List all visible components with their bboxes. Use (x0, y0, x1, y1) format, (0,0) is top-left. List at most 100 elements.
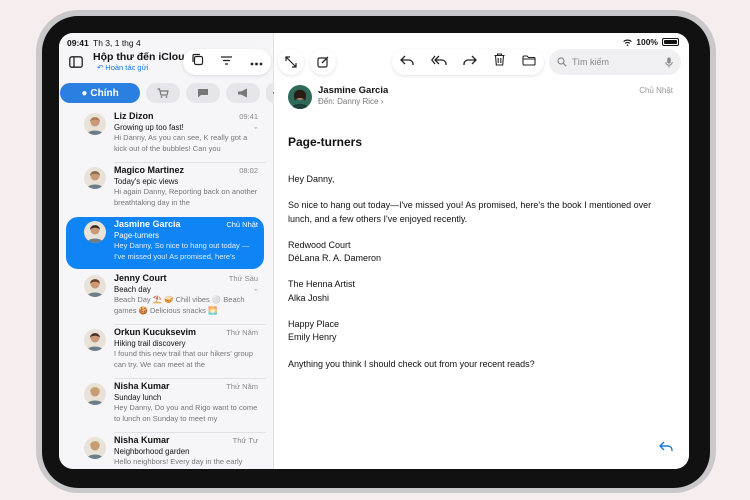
detail-toolbar (392, 49, 544, 75)
message-sender: Jenny Court (114, 273, 167, 283)
mailbox-toolbar (183, 49, 271, 75)
message-body: Hey Danny, So nice to hang out today—I've… (288, 173, 673, 384)
battery-level (664, 40, 677, 44)
status-date: Th 3, 1 thg 4 (93, 38, 141, 48)
battery-percent: 100% (636, 37, 658, 47)
screen: Hộp thư đến iCloud ↶ Hoàn tác gửi ● Chính … (59, 33, 689, 469)
body-paragraph: Redwood Court DéLana R. A. Dameron (288, 239, 382, 264)
undo-send-label: Hoàn tác gửi (105, 63, 149, 72)
avatar (84, 437, 106, 459)
trash-button[interactable] (494, 53, 505, 71)
compose-icon (317, 56, 329, 68)
avatar (84, 113, 106, 135)
undo-icon: ↶ (97, 63, 104, 72)
body-paragraph: So nice to hang out today—I've missed yo… (288, 200, 652, 224)
message-sender: Nisha Kumar (114, 435, 170, 445)
message-time: Thứ Năm (226, 382, 258, 391)
message-sender: Magico Martinez (114, 165, 185, 175)
expand-button[interactable] (278, 49, 304, 75)
body-paragraph: Happy Place Emily Henry (288, 319, 340, 343)
message-sender: Liz Dizon (114, 111, 154, 121)
message-subject: Page-turners (114, 231, 160, 240)
body-paragraph: The Henna Artist Alka Joshi (288, 279, 356, 303)
paperclip-icon: ⌁ (253, 287, 258, 294)
forward-button[interactable] (463, 53, 478, 71)
detail-recipient[interactable]: Đến: Danny Rice › (318, 97, 383, 106)
message-row[interactable]: Magico Martinez 08:02 Today's epic views Hi… (59, 163, 274, 217)
body-paragraph: Anything you think I should check out fr… (288, 358, 535, 369)
message-preview: Hey Danny, Do you and Rigo want to come … (114, 403, 258, 423)
reply-button[interactable] (400, 53, 414, 71)
tab-promotions[interactable] (226, 83, 260, 103)
message-detail: Tìm kiếm Jasmine Garcia Đến: Danny Rice … (274, 33, 689, 469)
message-row[interactable]: Orkun Kucuksevim Thứ Năm Hiking trail disc… (59, 325, 274, 379)
megaphone-icon (238, 88, 247, 98)
message-time: Thứ Sáu (228, 274, 258, 283)
sidebar-icon (69, 56, 83, 68)
message-preview: I found this new trail that our hikers' … (114, 349, 254, 369)
compose-button[interactable] (310, 49, 336, 75)
cart-icon (157, 88, 169, 98)
undo-send-link[interactable]: ↶ Hoàn tác gửi (97, 63, 148, 72)
mic-icon[interactable] (665, 57, 673, 68)
avatar (288, 85, 312, 109)
paperclip-icon: ⌁ (253, 125, 258, 132)
message-subject: Beach day (114, 285, 151, 294)
message-sender: Jasmine Garcia (114, 219, 181, 229)
message-row[interactable]: Jenny Court Thứ Sáu Beach day Beach Day ⛱️ … (59, 271, 274, 325)
search-field[interactable]: Tìm kiếm (549, 49, 681, 75)
body-paragraph: Hey Danny, (288, 174, 335, 184)
detail-sender[interactable]: Jasmine Garcia (318, 85, 388, 96)
message-sender: Nisha Kumar (114, 381, 170, 391)
chevron-right-icon: › (380, 97, 384, 106)
message-time: 08:02 (239, 166, 258, 175)
more-button[interactable] (250, 53, 263, 71)
avatar (84, 221, 106, 243)
message-preview: Hi Danny, As you can see, K really got a… (114, 133, 248, 153)
wifi-icon (623, 39, 633, 46)
sidebar-toggle-button[interactable] (63, 49, 89, 75)
avatar (84, 383, 106, 405)
avatar (84, 329, 106, 351)
expand-icon (285, 56, 297, 68)
filter-button[interactable] (220, 53, 233, 71)
tab-primary-label: Chính (90, 87, 119, 99)
search-input[interactable]: Tìm kiếm (572, 57, 665, 67)
sender-avatar[interactable] (288, 85, 312, 109)
message-sender: Orkun Kucuksevim (114, 327, 197, 337)
message-row[interactable]: Nisha Kumar Thứ Năm Sunday lunch Hey Danny,… (59, 379, 274, 433)
duplicate-button[interactable] (191, 53, 204, 71)
message-time: Chủ Nhật (226, 220, 258, 229)
reply-all-icon (430, 55, 447, 65)
trash-icon (494, 53, 505, 66)
tab-primary[interactable]: ● Chính (60, 83, 140, 103)
move-folder-button[interactable] (522, 53, 536, 71)
message-subject: Growing up too fast! (114, 123, 184, 132)
mailbox-title: Hộp thư đến iCloud (93, 51, 192, 63)
message-time: 09:41 (239, 112, 258, 121)
message-preview: Beach Day ⛱️ 🥪 Chill vibes ⚪ Beach games… (114, 295, 245, 315)
status-time: 09:41 (67, 38, 89, 48)
reply-icon (400, 55, 414, 65)
message-row[interactable]: Nisha Kumar Thứ Tư Neighborhood garden Hell… (59, 433, 274, 469)
search-icon (557, 57, 567, 67)
message-time: Thứ Năm (226, 328, 258, 337)
tab-updates[interactable] (186, 83, 220, 103)
reply-icon (659, 441, 673, 451)
message-row[interactable]: Jasmine Garcia Chủ Nhật Page-turners Hey Da… (59, 217, 274, 271)
message-preview: Hi again Danny, Reporting back on anothe… (114, 187, 258, 207)
duplicate-icon (192, 53, 204, 66)
ellipsis-icon (250, 62, 263, 66)
forward-icon (463, 55, 478, 65)
detail-subject: Page-turners (288, 135, 363, 149)
chat-icon (198, 89, 208, 98)
message-row[interactable]: Liz Dizon 09:41 Growing up too fast! Hi Dan… (59, 109, 274, 163)
mailbox-sidebar: Hộp thư đến iCloud ↶ Hoàn tác gửi ● Chính … (59, 33, 282, 469)
filter-icon (221, 56, 233, 65)
status-right: 100% (623, 37, 679, 47)
reply-all-button[interactable] (430, 53, 447, 71)
tab-transactions[interactable] (146, 83, 180, 103)
message-subject: Today's epic views (114, 177, 179, 186)
quick-reply-button[interactable] (659, 439, 673, 455)
folder-icon (522, 55, 536, 66)
